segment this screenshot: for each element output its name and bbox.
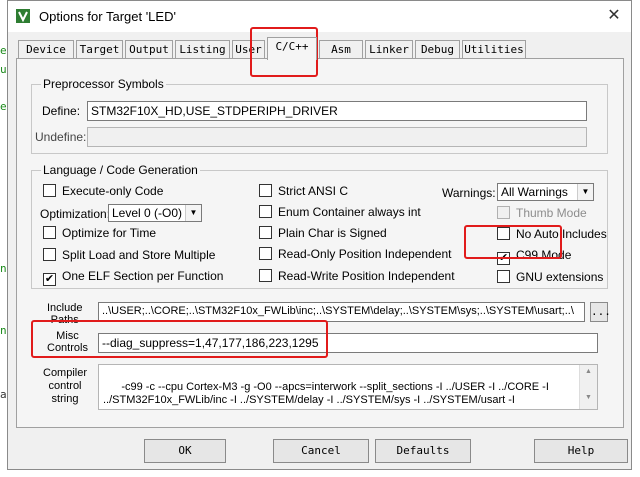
- preprocessor-group-title: Preprocessor Symbols: [41, 77, 166, 91]
- cancel-button[interactable]: Cancel: [273, 439, 369, 463]
- background-code-char: n: [0, 262, 7, 275]
- compiler-control-label: Compiler control string: [43, 367, 88, 405]
- compiler-control-scrollbar[interactable]: ▲ ▼: [579, 365, 597, 409]
- define-label: Define:: [42, 104, 81, 118]
- language-group: Language / Code Generation Execute-only …: [31, 163, 608, 289]
- checkbox-box: ✔: [43, 273, 56, 286]
- gnu-extensions-label: GNU extensions: [516, 270, 604, 284]
- checkbox-box: [259, 226, 272, 239]
- enum-container-label: Enum Container always int: [278, 205, 421, 219]
- c99-mode-checkbox[interactable]: ✔ C99 Mode: [497, 248, 571, 265]
- tab-utilities[interactable]: Utilities: [462, 40, 526, 58]
- checkbox-box: [497, 270, 510, 283]
- optimize-time-label: Optimize for Time: [62, 226, 157, 240]
- options-dialog: Options for Target 'LED' ✕ Device Target…: [7, 0, 632, 470]
- rwpi-checkbox[interactable]: Read-Write Position Independent: [259, 269, 455, 283]
- c99-mode-label: C99 Mode: [516, 248, 572, 262]
- tab-linker[interactable]: Linker: [365, 40, 413, 58]
- enum-container-checkbox[interactable]: Enum Container always int: [259, 205, 421, 219]
- background-code-char: n: [0, 324, 7, 337]
- tab-listing[interactable]: Listing: [175, 40, 230, 58]
- optimization-select[interactable]: Level 0 (-O0) ▼: [108, 204, 202, 222]
- warnings-label: Warnings:: [442, 186, 496, 200]
- plain-char-checkbox[interactable]: Plain Char is Signed: [259, 226, 387, 240]
- chevron-down-icon: ▼: [185, 205, 201, 221]
- ropi-label: Read-Only Position Independent: [278, 247, 452, 261]
- checkbox-box: ✔: [497, 252, 510, 265]
- compiler-control-text: -c99 -c --cpu Cortex-M3 -g -O0 --apcs=in…: [103, 381, 549, 406]
- title-bar: Options for Target 'LED' ✕: [8, 1, 631, 32]
- undefine-label: Undefine:: [35, 130, 87, 144]
- optimize-time-checkbox[interactable]: Optimize for Time: [43, 226, 156, 240]
- split-load-label: Split Load and Store Multiple: [62, 248, 216, 262]
- tab-output[interactable]: Output: [125, 40, 173, 58]
- language-group-title: Language / Code Generation: [41, 163, 200, 177]
- close-button[interactable]: ✕: [603, 5, 625, 27]
- checkbox-box: [43, 184, 56, 197]
- include-paths-label: Include Paths: [47, 302, 83, 326]
- execute-only-label: Execute-only Code: [62, 184, 164, 198]
- strict-ansi-checkbox[interactable]: Strict ANSI C: [259, 184, 348, 198]
- chevron-down-icon: ▼: [577, 184, 593, 200]
- help-button[interactable]: Help: [534, 439, 628, 463]
- execute-only-checkbox[interactable]: Execute-only Code: [43, 184, 163, 198]
- undefine-input[interactable]: [87, 127, 587, 147]
- cpp-options-panel: Preprocessor Symbols Define: STM32F10X_H…: [16, 58, 624, 428]
- no-auto-includes-label: No Auto Includes: [516, 227, 607, 241]
- tab-debug[interactable]: Debug: [415, 40, 460, 58]
- gnu-extensions-checkbox[interactable]: GNU extensions: [497, 270, 603, 284]
- defaults-button[interactable]: Defaults: [375, 439, 471, 463]
- checkbox-box: [43, 226, 56, 239]
- rwpi-label: Read-Write Position Independent: [278, 269, 455, 283]
- thumb-mode-label: Thumb Mode: [516, 206, 587, 220]
- checkbox-box: [497, 227, 510, 240]
- optimization-label: Optimization:: [40, 207, 111, 221]
- misc-controls-label: Misc Controls: [47, 330, 88, 354]
- ropi-checkbox[interactable]: Read-Only Position Independent: [259, 247, 451, 261]
- include-paths-browse-button[interactable]: ...: [590, 302, 611, 322]
- background-code-char: e: [0, 100, 7, 113]
- close-icon: ✕: [607, 7, 621, 24]
- misc-controls-input[interactable]: --diag_suppress=1,47,177,186,223,1295: [98, 333, 598, 353]
- define-input[interactable]: STM32F10X_HD,USE_STDPERIPH_DRIVER: [87, 101, 587, 121]
- keil-app-icon: [16, 9, 30, 23]
- strict-ansi-label: Strict ANSI C: [278, 184, 349, 198]
- checkbox-box: [259, 269, 272, 282]
- checkbox-box: [497, 206, 510, 219]
- checkbox-box: [259, 184, 272, 197]
- ok-button[interactable]: OK: [144, 439, 226, 463]
- preprocessor-group: Preprocessor Symbols Define: STM32F10X_H…: [31, 77, 608, 154]
- tab-cpp[interactable]: C/C++: [267, 37, 317, 60]
- plain-char-label: Plain Char is Signed: [278, 226, 387, 240]
- compiler-control-string[interactable]: -c99 -c --cpu Cortex-M3 -g -O0 --apcs=in…: [98, 364, 598, 410]
- checkbox-box: [43, 248, 56, 261]
- checkbox-box: [259, 247, 272, 260]
- tab-device[interactable]: Device: [18, 40, 74, 58]
- background-code-char: a: [0, 388, 7, 401]
- optimization-value: Level 0 (-O0): [112, 206, 183, 220]
- background-code-char: u: [0, 63, 7, 76]
- thumb-mode-checkbox[interactable]: Thumb Mode: [497, 206, 587, 220]
- background-code-char: e: [0, 44, 7, 57]
- tab-target[interactable]: Target: [76, 40, 123, 58]
- one-elf-label: One ELF Section per Function: [62, 269, 224, 283]
- one-elf-checkbox[interactable]: ✔ One ELF Section per Function: [43, 269, 223, 286]
- tab-user[interactable]: User: [232, 40, 265, 58]
- warnings-select[interactable]: All Warnings ▼: [497, 183, 594, 201]
- window-title: Options for Target 'LED': [39, 9, 176, 24]
- include-paths-input[interactable]: ..\USER;..\CORE;..\STM32F10x_FWLib\inc;.…: [98, 302, 585, 322]
- warnings-value: All Warnings: [501, 185, 568, 199]
- split-load-checkbox[interactable]: Split Load and Store Multiple: [43, 248, 215, 262]
- tab-bar: Device Target Output Listing User C/C++ …: [16, 37, 623, 60]
- tab-asm[interactable]: Asm: [319, 40, 363, 58]
- no-auto-includes-checkbox[interactable]: No Auto Includes: [497, 227, 607, 241]
- checkbox-box: [259, 205, 272, 218]
